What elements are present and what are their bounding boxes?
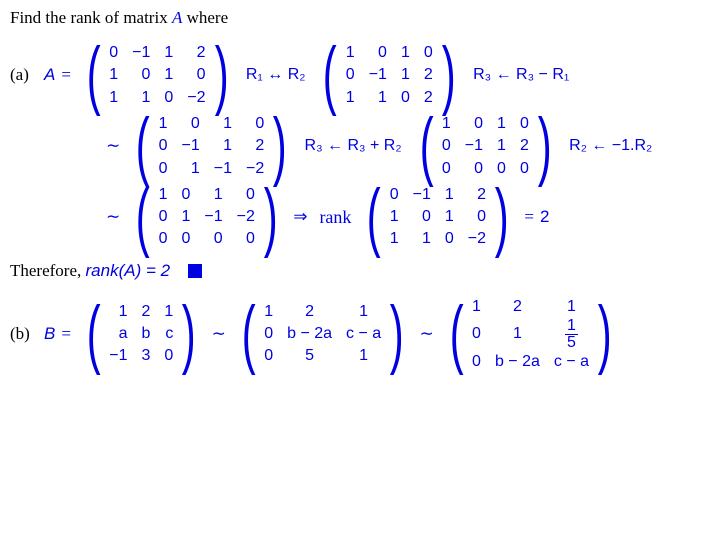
- fraction-1-5: 1 5: [565, 318, 578, 351]
- lhs-A: A: [44, 65, 55, 85]
- line-a-2: ∼ ( 1010 0−112 01−1−2 ) R₃ ← R₃ + R₂ ( 1…: [10, 113, 709, 180]
- matrix-a1: ( 0−112 1010 110−2 ): [81, 42, 234, 109]
- sim-b1: ∼: [212, 324, 226, 344]
- rowop-4: R₂ ← −1.R₂: [569, 137, 652, 155]
- rank-expr: rank(A) = 2: [86, 261, 171, 280]
- sim2: ∼: [106, 207, 120, 227]
- matrix-a-orig: ( 0−112 1010 110−2 ): [361, 184, 514, 251]
- matrix-a5: ( 1010 01−1−2 0000 ): [130, 184, 283, 251]
- lhs-B: B: [44, 324, 55, 344]
- eq1: =: [61, 65, 71, 85]
- label-b: (b): [10, 324, 44, 344]
- line-b-1: (b) B = ( 121 abc −130 ) ∼ ( 121 0b − 2a…: [10, 297, 709, 372]
- eq-b: =: [61, 324, 71, 344]
- rowop-3: R₃ ← R₃ + R₂: [305, 137, 402, 155]
- matrix-b3: ( 121 01 1 5 0b − 2ac − a ): [444, 297, 618, 372]
- conclusion-line: Therefore, rank(A) = 2: [10, 261, 709, 281]
- problem-intro: Find the rank of matrix A where: [10, 8, 709, 28]
- therefore: Therefore,: [10, 261, 86, 280]
- line-a-1: (a) A = ( 0−112 1010 110−2 ) R₁ ↔ R₂ ( 1…: [10, 42, 709, 109]
- line-a-3: ∼ ( 1010 01−1−2 0000 ) ⇒ rank ( 0−112 10…: [10, 184, 709, 251]
- rank-word: rank: [319, 207, 351, 228]
- eq2: =: [524, 207, 534, 227]
- matrix-a3: ( 1010 0−112 01−1−2 ): [130, 113, 292, 180]
- sim-b2: ∼: [419, 324, 433, 344]
- label-a: (a): [10, 65, 44, 85]
- qed-icon: [188, 264, 202, 278]
- rowop-2: R₃ ← R₃ − R₁: [473, 66, 569, 84]
- rank-result: 2: [540, 207, 549, 227]
- intro-text: Find the rank of matrix: [10, 8, 172, 27]
- implies: ⇒: [293, 207, 307, 227]
- rowop-1: R₁ ↔ R₂: [246, 66, 306, 84]
- var-A: A: [172, 8, 182, 27]
- matrix-b2: ( 121 0b − 2ac − a 051 ): [236, 301, 410, 368]
- matrix-a4: ( 1010 0−112 0000 ): [414, 113, 558, 180]
- matrix-a2: ( 1010 0−112 1102 ): [317, 42, 461, 109]
- intro-suffix: where: [182, 8, 228, 27]
- sim1: ∼: [106, 136, 120, 156]
- matrix-b1: ( 121 abc −130 ): [81, 301, 202, 368]
